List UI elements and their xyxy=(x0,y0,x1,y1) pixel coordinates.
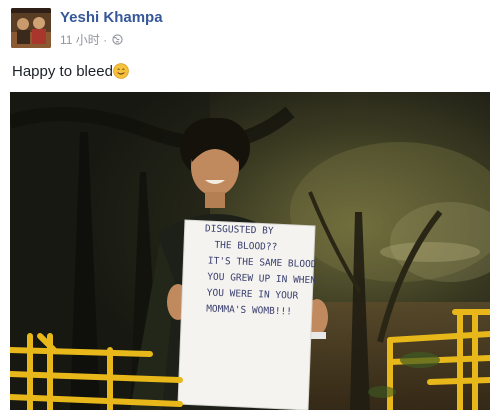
globe-icon[interactable] xyxy=(112,34,124,45)
avatar[interactable] xyxy=(11,8,51,48)
post-photo[interactable]: DISGUSTED BY THE BLOOD?? IT'S THE SAME B… xyxy=(10,92,490,410)
author-name[interactable]: Yeshi Khampa xyxy=(60,9,163,26)
post-meta: 11 小时 · xyxy=(60,31,124,48)
smiling-face-emoji-icon xyxy=(113,63,129,79)
post-text: Happy to bleed xyxy=(12,63,113,80)
post-timestamp[interactable]: 11 小时 xyxy=(60,33,100,47)
facebook-post: Yeshi Khampa 11 小时 · Happy to bleed DISG… xyxy=(0,0,500,419)
avatar-image xyxy=(11,8,51,48)
meta-separator: · xyxy=(103,33,108,47)
handwritten-sign: DISGUSTED BY THE BLOOD?? IT'S THE SAME B… xyxy=(181,221,317,409)
post-message: Happy to bleed xyxy=(12,63,129,80)
